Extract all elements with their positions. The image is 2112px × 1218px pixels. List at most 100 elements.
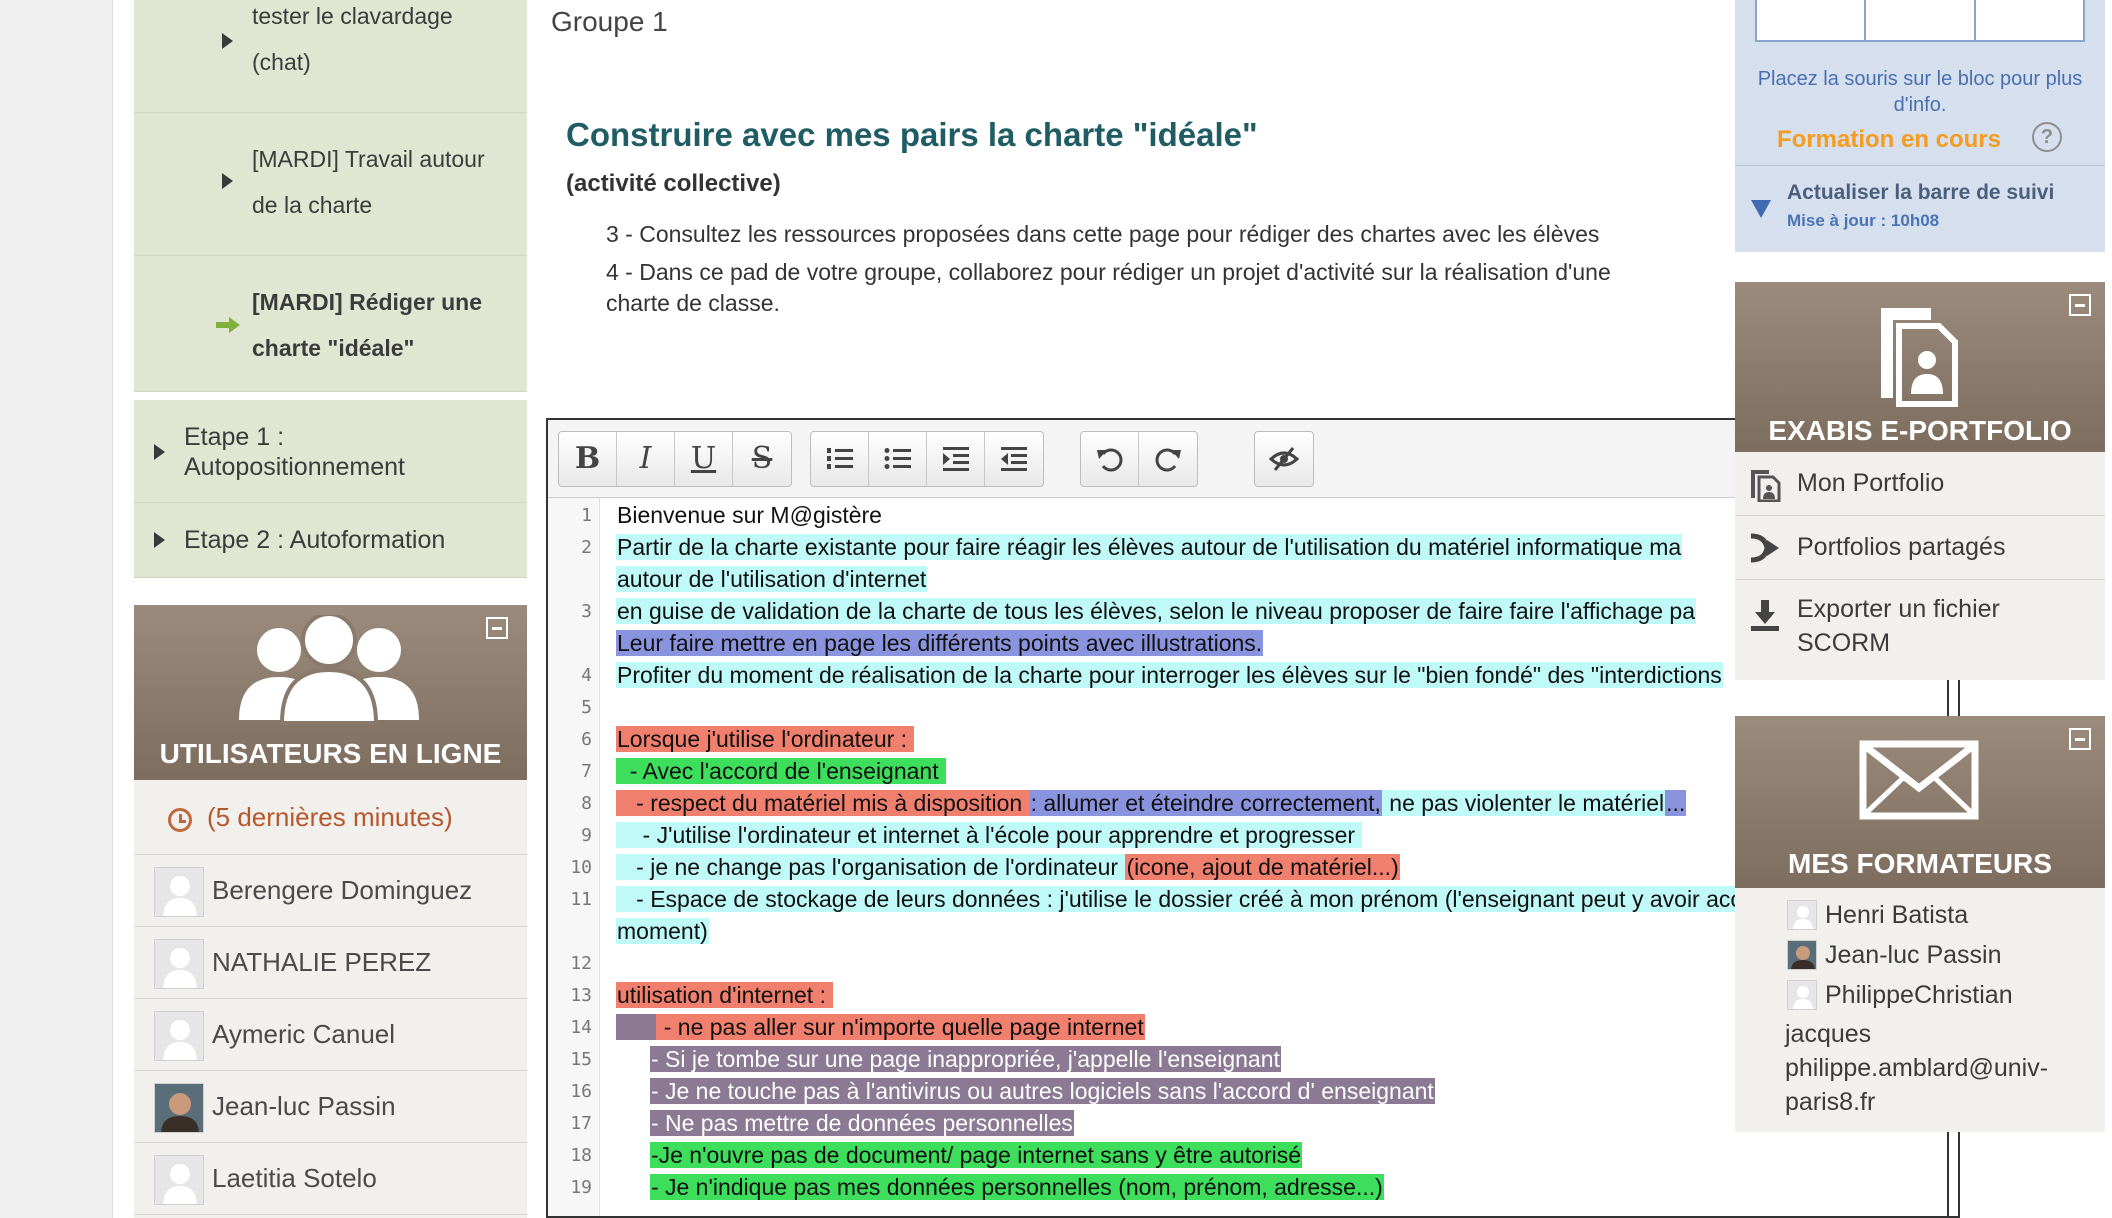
pad-text-segment: - Si je tombe sur une page inappropriée,…: [649, 1046, 1281, 1072]
redo-button[interactable]: [1139, 432, 1197, 486]
line-number: 16: [570, 1081, 592, 1102]
nav-step-2[interactable]: Etape 2 : Autoformation: [134, 503, 527, 578]
pad-line[interactable]: - J'utilise l'ordinateur et internet à l…: [616, 820, 1363, 850]
pad-text-segment: [616, 1142, 650, 1168]
trainer-email-continued[interactable]: paris8.fr: [1785, 1086, 1875, 1118]
pad-line[interactable]: Bienvenue sur M@gistère: [616, 500, 883, 530]
block-title: UTILISATEURS EN LIGNE: [159, 738, 502, 769]
pad-line[interactable]: Lorsque j'utilise l'ordinateur :: [616, 724, 915, 754]
line-number: 11: [570, 889, 592, 910]
line-number: 17: [570, 1113, 592, 1134]
pad-line[interactable]: - respect du matériel mis à disposition …: [616, 788, 1687, 818]
pad-line[interactable]: autour de l'utilisation d'internet: [616, 564, 928, 594]
group-label: Groupe 1: [551, 6, 668, 37]
redo-icon: [1155, 448, 1181, 472]
collapse-block-button[interactable]: [486, 617, 508, 639]
nav-item-rediger-charte[interactable]: [MARDI] Rédiger une charte "idéale": [134, 256, 527, 392]
nav-item-travail-charte[interactable]: [MARDI] Travail autour de la charte: [134, 113, 527, 256]
pad-text-segment: [616, 1014, 657, 1040]
pad-line[interactable]: - Espace de stockage de leurs données : …: [616, 884, 1832, 914]
user-name: Laetitia Sotelo: [212, 1163, 377, 1193]
pad-text-segment: [616, 1046, 650, 1072]
trainer-name: Jean-luc Passin: [1825, 941, 2002, 969]
pad-line[interactable]: - je ne change pas l'organisation de l'o…: [616, 852, 1400, 882]
pad-line[interactable]: Leur faire mettre en page les différents…: [616, 628, 1264, 658]
indent-button[interactable]: [927, 432, 985, 486]
pad-line[interactable]: Partir de la charte existante pour faire…: [616, 532, 1683, 562]
online-user-row[interactable]: Berengere Dominguez: [134, 855, 527, 927]
help-icon[interactable]: ?: [2032, 122, 2062, 152]
online-user-row[interactable]: Laetitia Sotelo: [134, 1143, 527, 1215]
pad-line[interactable]: - Je n'indique pas mes données personnel…: [616, 1172, 1384, 1202]
user-name: Jean-luc Passin: [212, 1091, 396, 1121]
history-group: [1080, 431, 1198, 487]
portfolio-item-scorm[interactable]: Exporter un fichier SCORM: [1735, 580, 2105, 680]
instruction-4: 4 - Dans ce pad de votre groupe, collabo…: [606, 259, 1611, 316]
avatar: [154, 867, 204, 917]
progress-block: Placez la souris sur le bloc pour plus d…: [1735, 0, 2105, 252]
undo-button[interactable]: [1081, 432, 1139, 486]
pad-line[interactable]: Profiter du moment de réalisation de la …: [616, 660, 1723, 690]
pad-line[interactable]: - Ne pas mettre de données personnelles: [616, 1108, 1074, 1138]
pad-text-segment: [616, 1110, 650, 1136]
pad-text-segment: -Je n'ouvre pas de document/ page intern…: [649, 1142, 1303, 1168]
line-number: 19: [570, 1177, 592, 1198]
pad-line[interactable]: - Je ne touche pas à l'antivirus ou autr…: [616, 1076, 1435, 1106]
eye-slash-icon: [1269, 447, 1299, 471]
line-number: 7: [581, 761, 592, 782]
nav-item-tester-clavardage[interactable]: tester le clavardage (chat): [134, 0, 527, 113]
unordered-list-button[interactable]: [869, 432, 927, 486]
nav-item-label-line1: [MARDI] Rédiger une: [252, 289, 482, 315]
ordered-list-button[interactable]: [811, 432, 869, 486]
bold-button[interactable]: B: [559, 432, 617, 486]
avatar: [154, 1155, 204, 1205]
course-navigation: tester le clavardage (chat) [MARDI] Trav…: [134, 0, 527, 578]
expand-arrow-icon: [154, 532, 165, 548]
pad-line[interactable]: - Si je tombe sur une page inappropriée,…: [616, 1044, 1281, 1074]
pad-line[interactable]: [616, 948, 618, 978]
formation-status: Formation en cours: [1777, 126, 2002, 153]
italic-button[interactable]: I: [617, 432, 675, 486]
item-label: Exporter un fichier SCORM: [1797, 595, 2000, 657]
strikethrough-button[interactable]: S: [733, 432, 791, 486]
nav-step-1[interactable]: Etape 1 : Autopositionnement: [134, 400, 527, 503]
instruction-3: 3 - Consultez les ressources proposées d…: [606, 221, 1600, 247]
toggle-colors-button[interactable]: [1255, 432, 1313, 486]
online-user-row[interactable]: Aymeric Canuel: [134, 999, 527, 1071]
pad-text-segment: ne pas violenter le matériel: [1381, 790, 1666, 816]
pad-line[interactable]: en guise de validation de la charte de t…: [616, 596, 1697, 626]
pad-line[interactable]: - Avec l'accord de l'enseignant: [616, 756, 946, 786]
collapse-block-button[interactable]: [2069, 728, 2091, 750]
page-title: Construire avec mes pairs la charte "idé…: [566, 116, 1258, 153]
triangle-down-icon[interactable]: [1751, 200, 1771, 218]
expand-arrow-icon: [222, 33, 233, 49]
item-label: Mon Portfolio: [1797, 469, 1945, 497]
outdent-button[interactable]: [985, 432, 1043, 486]
pad-line[interactable]: [616, 692, 618, 722]
online-user-row[interactable]: Jean-luc Passin: [134, 1071, 527, 1143]
pad-line[interactable]: utilisation d'internet :: [616, 980, 834, 1010]
user-name: Aymeric Canuel: [212, 1019, 396, 1049]
avatar: [154, 1083, 204, 1133]
trainer-email[interactable]: philippe.amblard@univ-: [1785, 1052, 2048, 1084]
nav-item-label-line2: charte "idéale": [252, 335, 415, 361]
visibility-group: [1254, 431, 1314, 487]
portfolio-item-partages[interactable]: Portfolios partagés: [1735, 516, 2105, 580]
expand-arrow-icon: [222, 173, 233, 189]
current-item-arrow-icon: [216, 317, 240, 333]
pad-line[interactable]: -Je n'ouvre pas de document/ page intern…: [616, 1140, 1303, 1170]
users-icon: [239, 615, 419, 725]
line-number: 8: [581, 793, 592, 814]
refresh-progress-link[interactable]: Actualiser la barre de suivi: [1787, 181, 2054, 205]
pad-text-segment: : allumer et éteindre correctement,: [1029, 790, 1382, 816]
portfolio-block: EXABIS E-PORTFOLIO Mon Portfolio Portfol…: [1735, 282, 2105, 680]
pad-line[interactable]: - ne pas aller sur n'importe quelle page…: [616, 1012, 1145, 1042]
pad-text-segment: Bienvenue sur M@gistère: [617, 502, 882, 528]
online-user-row[interactable]: NATHALIE PEREZ: [134, 927, 527, 999]
pad-text-segment: - Je n'indique pas mes données personnel…: [649, 1174, 1384, 1200]
avatar: [154, 939, 204, 989]
underline-button[interactable]: U: [675, 432, 733, 486]
portfolio-item-mon-portfolio[interactable]: Mon Portfolio: [1735, 452, 2105, 516]
pad-line[interactable]: moment): [616, 916, 709, 946]
collapse-block-button[interactable]: [2069, 294, 2091, 316]
